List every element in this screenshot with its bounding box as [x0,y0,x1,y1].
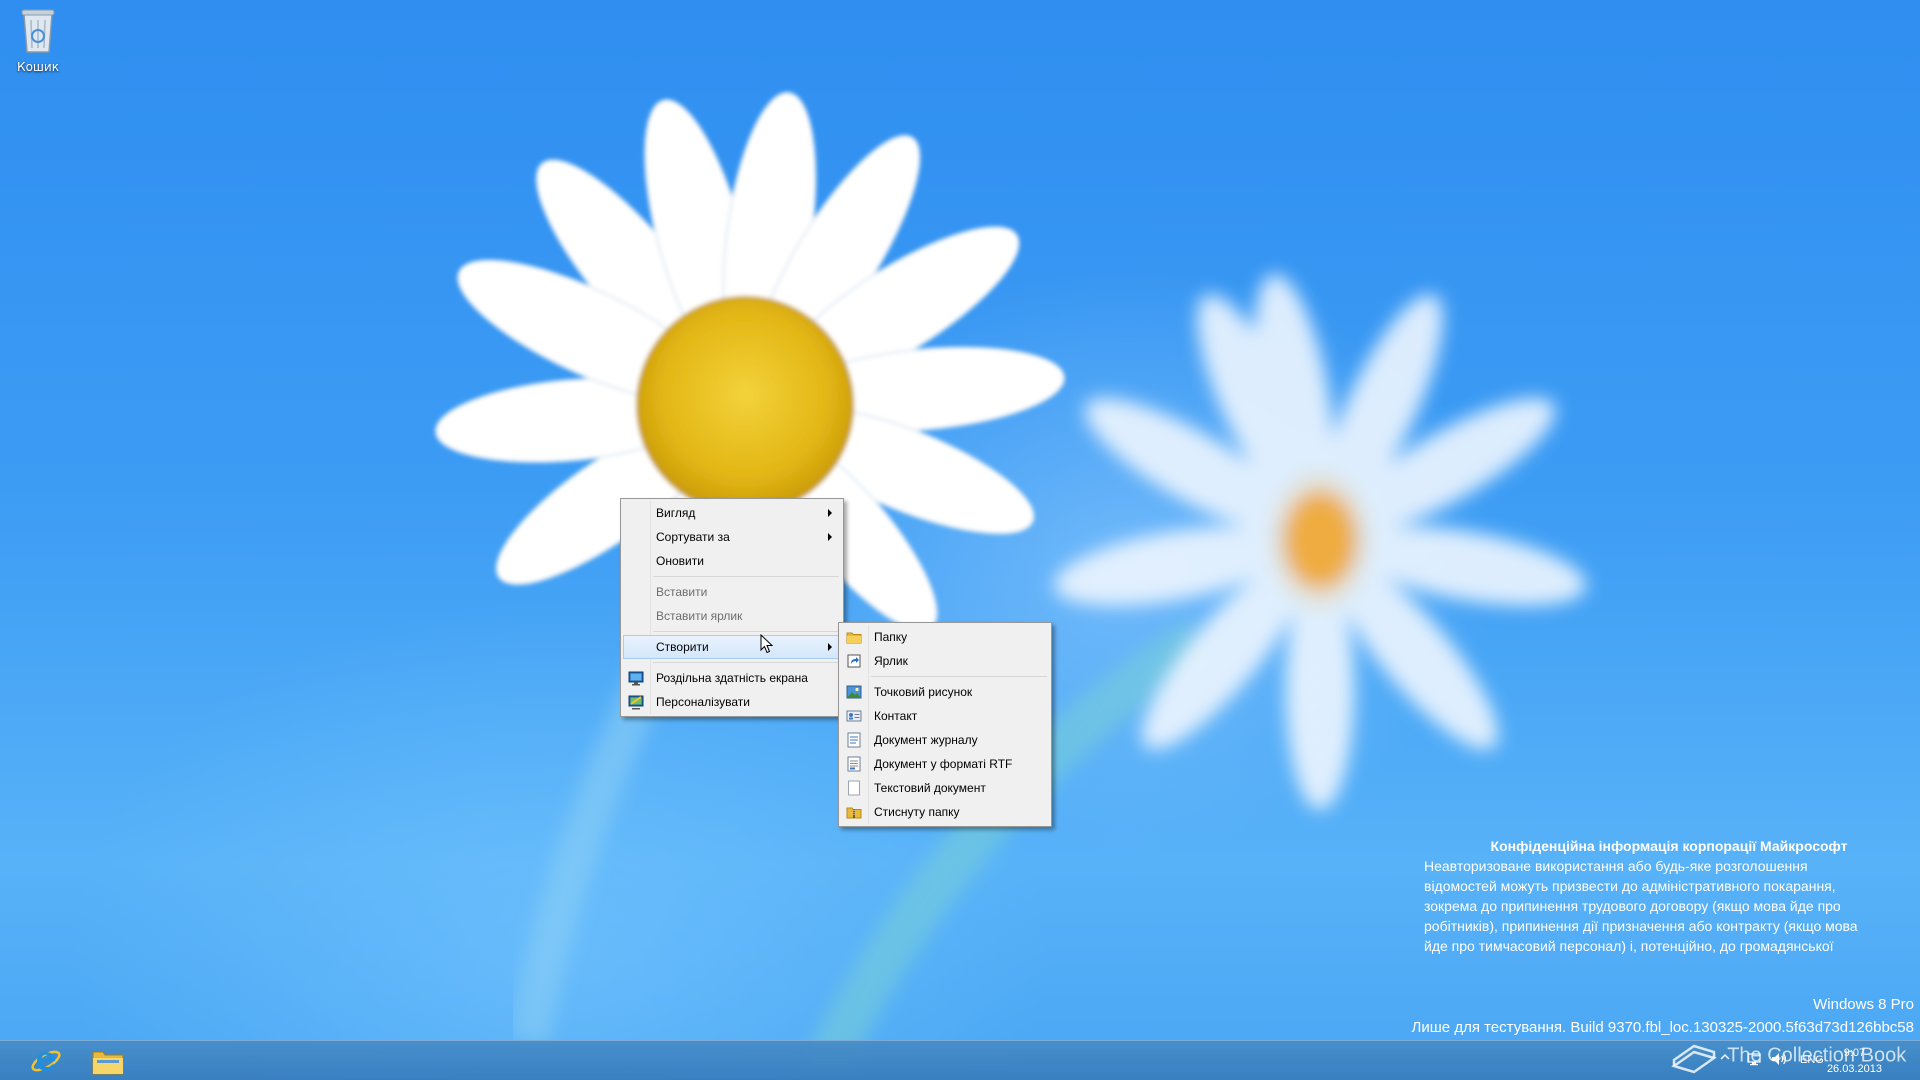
menu-item-label: Стиснуту папку [874,805,960,819]
new-submenu: Папку Ярлик Точковий рисунок Контакт Док… [838,622,1052,827]
watermark-line: зокрема до припинення трудового договору… [1424,898,1841,914]
menu-item-label: Документ журналу [874,733,978,747]
zip-folder-icon [846,807,862,819]
submenu-item-folder[interactable]: Папку [841,625,1049,649]
watermark-line: Неавторизоване використання або будь-яке… [1424,858,1808,874]
menu-item-label: Персоналізувати [656,695,750,709]
menu-item-paste-shortcut[interactable]: Вставити ярлик [623,604,841,628]
menu-item-label: Сортувати за [656,530,730,544]
menu-item-label: Вигляд [656,506,696,520]
submenu-item-text-document[interactable]: Текстовий документ [841,776,1049,800]
menu-item-screen-resolution[interactable]: Роздільна здатність екрана [623,666,841,690]
submenu-item-shortcut[interactable]: Ярлик [841,649,1049,673]
menu-item-label: Вставити [656,585,708,599]
menu-item-label: Текстовий документ [874,781,986,795]
taskbar-internet-explorer[interactable] [16,1043,76,1079]
menu-item-sort-by[interactable]: Сортувати за [623,525,841,549]
menu-item-label: Папку [874,630,908,644]
display-settings-icon [628,671,644,686]
menu-item-label: Ярлик [874,654,908,668]
menu-item-label: Вставити ярлик [656,609,743,623]
menu-separator [653,631,839,632]
submenu-item-journal[interactable]: Документ журналу [841,728,1049,752]
os-edition-watermark: Windows 8 Pro [1813,996,1914,1013]
personalize-icon [628,695,644,710]
submenu-item-rtf[interactable]: Документ у форматі RTF [841,752,1049,776]
shortcut-icon [847,654,861,668]
collection-book-text: The Collection Book [1727,1044,1907,1067]
book-logo-icon [1671,1044,1717,1074]
watermark-line: робітників), припинення дії призначення … [1424,918,1858,934]
menu-separator [653,662,839,663]
menu-item-refresh[interactable]: Оновити [623,549,841,573]
menu-separator [871,676,1047,677]
menu-item-view[interactable]: Вигляд [623,501,841,525]
mouse-cursor-icon [760,634,774,654]
menu-item-label: Документ у форматі RTF [874,757,1013,771]
watermark-title: Конфіденційна інформація корпорації Майк… [1490,838,1848,854]
submenu-arrow-icon [828,533,832,541]
desktop-icon-recycle-bin[interactable]: Кошик [12,6,64,74]
watermark-line: відомостей можуть призвести до адміністр… [1424,878,1836,894]
journal-icon [847,732,861,748]
desktop[interactable]: Кошик Вигляд Сортувати за Оновити Встави… [0,0,1920,1080]
submenu-item-compressed-folder[interactable]: Стиснуту папку [841,800,1049,824]
menu-item-label: Контакт [874,709,918,723]
submenu-arrow-icon [828,643,832,651]
menu-item-label: Точковий рисунок [874,685,973,699]
submenu-item-contact[interactable]: Контакт [841,704,1049,728]
taskbar-file-explorer[interactable] [78,1043,138,1079]
submenu-arrow-icon [828,509,832,517]
build-watermark: Лише для тестування. Build 9370.fbl_loc.… [1411,1019,1914,1036]
text-doc-icon [848,780,860,796]
rtf-icon [847,756,861,772]
menu-item-paste[interactable]: Вставити [623,580,841,604]
desktop-icon-label: Кошик [17,60,59,74]
collection-book-watermark: The Collection Book [1670,1036,1906,1076]
taskbar: ENG 9:07 26.03.2013 [0,1040,1920,1080]
menu-item-label: Оновити [656,554,704,568]
folder-icon [846,632,862,644]
menu-separator [653,576,839,577]
watermark-line: йде про тимчасовий персонал) і, потенцій… [1424,938,1834,954]
internet-explorer-icon [31,1050,61,1072]
bitmap-icon [846,685,862,699]
menu-item-label: Роздільна здатність екрана [656,671,808,685]
contact-icon [846,710,862,722]
menu-item-new[interactable]: Створити [623,635,841,659]
submenu-item-bitmap[interactable]: Точковий рисунок [841,680,1049,704]
menu-item-label: Створити [656,640,709,654]
file-explorer-icon [92,1051,124,1075]
desktop-context-menu: Вигляд Сортувати за Оновити Вставити Вст… [620,498,844,717]
recycle-bin-icon [21,9,55,53]
confidentiality-watermark: Конфіденційна інформація корпорації Майк… [1424,836,1914,956]
menu-item-personalize[interactable]: Персоналізувати [623,690,841,714]
